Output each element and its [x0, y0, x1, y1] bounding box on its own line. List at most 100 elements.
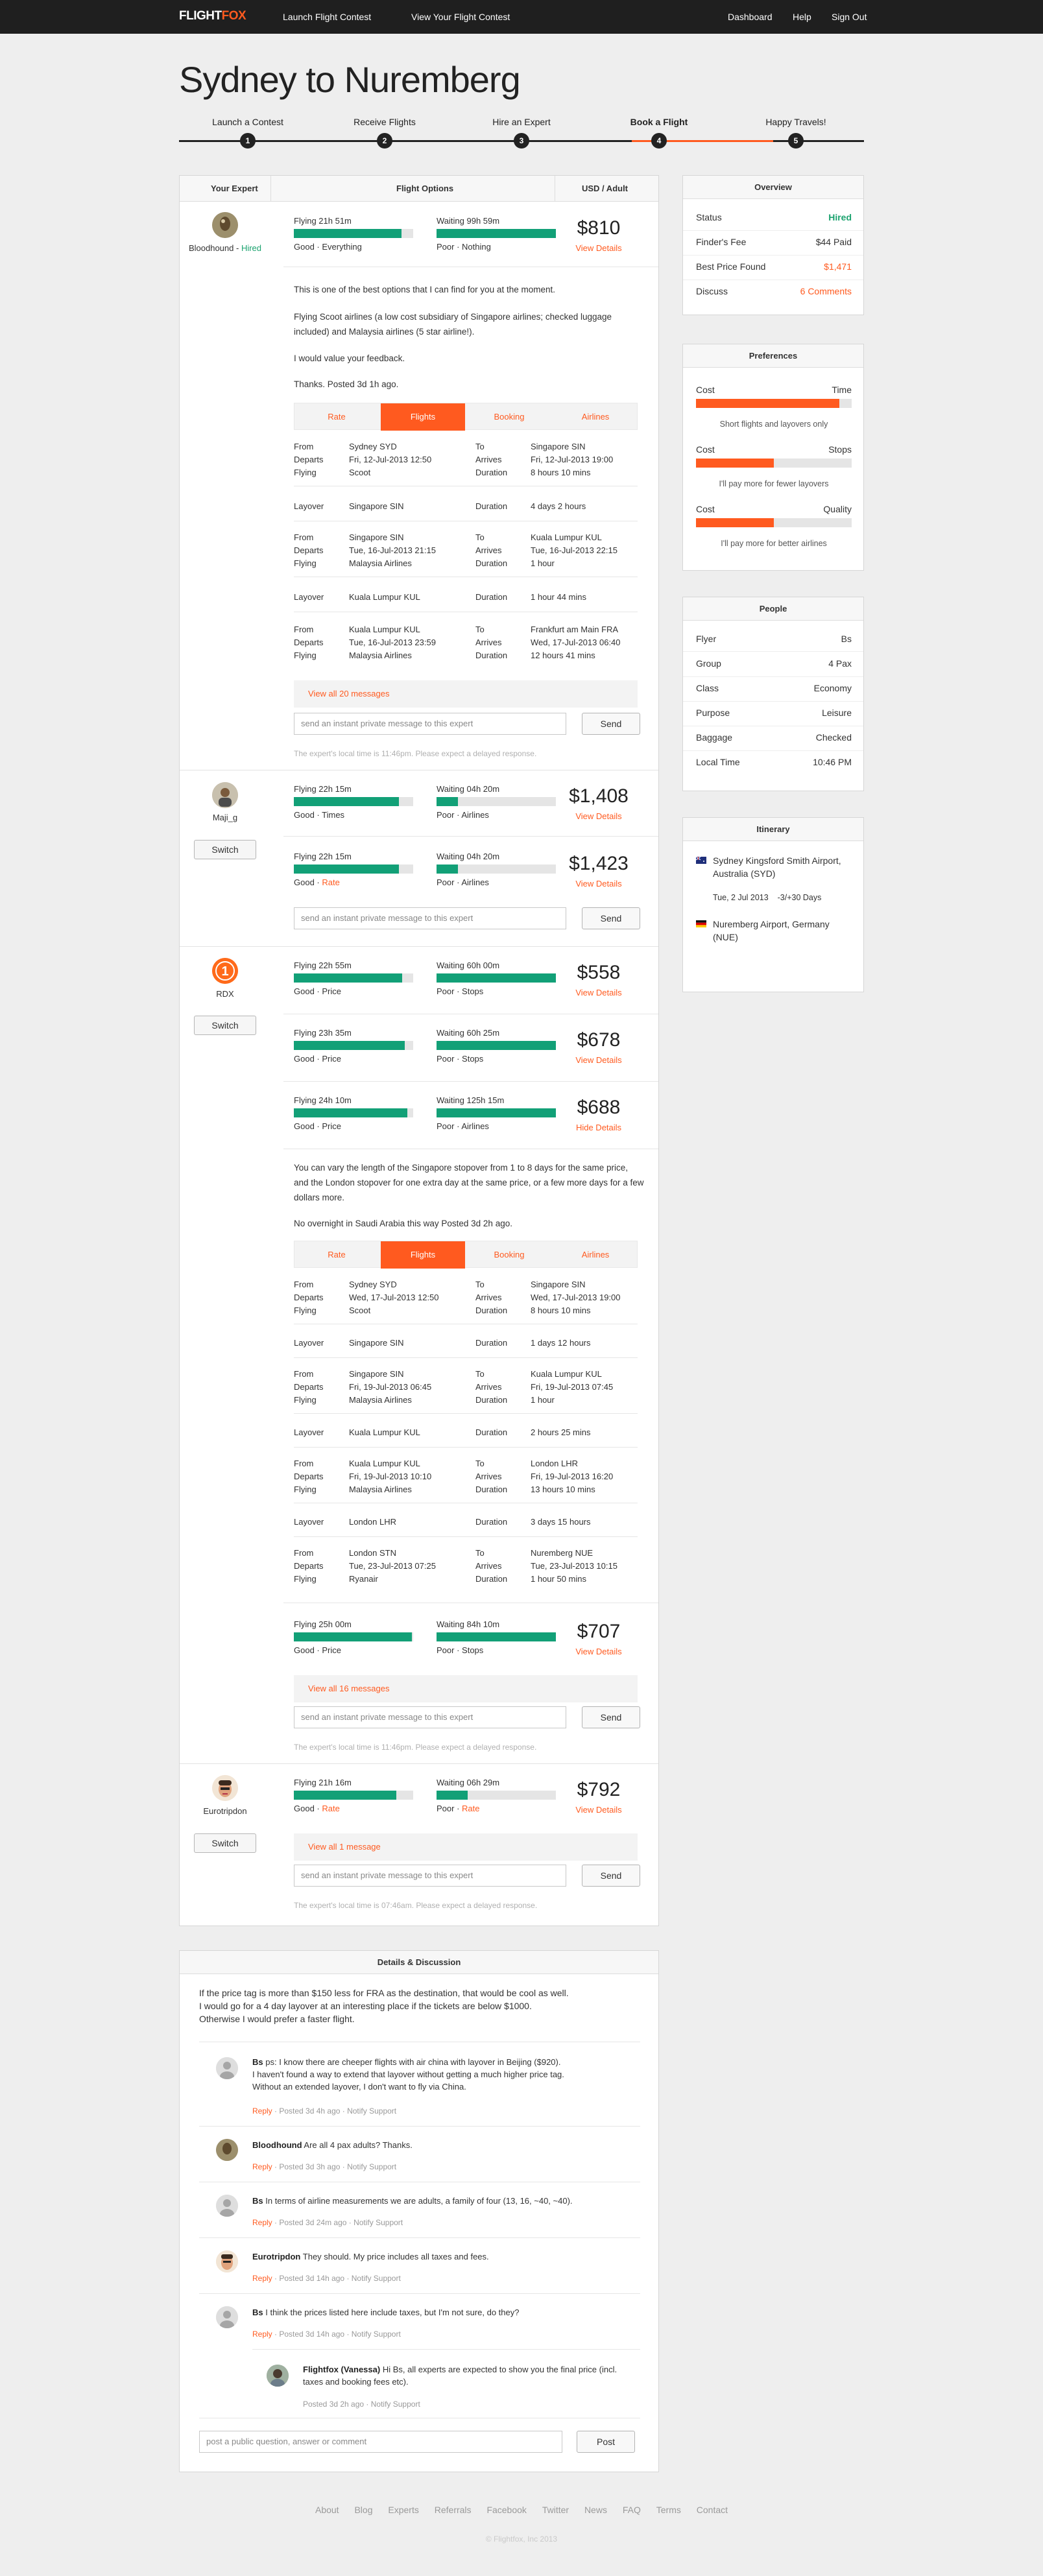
- avatar-bs[interactable]: [216, 2195, 238, 2217]
- step-launch-contest: Launch a Contest 1: [196, 117, 300, 149]
- avatar-bloodhound[interactable]: [212, 212, 238, 238]
- send-button[interactable]: Send: [582, 1706, 640, 1728]
- reply-link[interactable]: Reply: [252, 2330, 272, 2339]
- pref-label-quality: Cost Quality: [696, 504, 852, 514]
- tab-booking[interactable]: Booking: [467, 403, 551, 431]
- people-purpose: Purpose Leisure: [696, 708, 852, 718]
- expert-name-eurotripdon[interactable]: Eurotripdon: [180, 1806, 270, 1816]
- tab-booking[interactable]: Booking: [467, 1241, 551, 1269]
- tab-rate[interactable]: Rate: [294, 403, 379, 431]
- expert-name-maji-g[interactable]: Maji_g: [180, 813, 270, 822]
- flight-option-e1-1: Flying 21h 51m Waiting 99h 59m Good · Ev…: [294, 216, 657, 257]
- footer-blog[interactable]: Blog: [354, 2505, 372, 2515]
- switch-expert-button[interactable]: Switch: [194, 1833, 256, 1853]
- nav-sign-out[interactable]: Sign Out: [832, 12, 867, 22]
- layover-segment: Layover Singapore SIN Duration 4 days 2 hou…: [294, 501, 586, 511]
- flight-option-e4-1: Flying 21h 16m Waiting 06h 29m Good · Ra…: [294, 1778, 657, 1819]
- footer-faq[interactable]: FAQ: [623, 2505, 641, 2515]
- avatar-eurotripdon[interactable]: [212, 1775, 238, 1801]
- flying-bar: [294, 1791, 413, 1800]
- waiting-bar: [437, 1632, 556, 1641]
- avatar-maji-g[interactable]: [212, 782, 238, 808]
- view-all-messages-link[interactable]: View all 20 messages: [294, 680, 638, 708]
- view-all-messages-link[interactable]: View all 16 messages: [294, 1675, 638, 1702]
- tab-flights[interactable]: Flights: [381, 1241, 465, 1269]
- expert-name-bloodhound[interactable]: Bloodhound - Hired: [180, 243, 270, 253]
- private-message-input[interactable]: send an instant private message to this …: [294, 1706, 566, 1728]
- discussion-intro: If the price tag is more than $150 less …: [199, 1988, 569, 2024]
- flying-time: Flying 21h 51m: [294, 216, 352, 226]
- reply-link[interactable]: Reply: [252, 2218, 272, 2227]
- nav-help[interactable]: Help: [793, 12, 811, 22]
- avatar-bloodhound[interactable]: [216, 2139, 238, 2161]
- reply-link[interactable]: Reply: [252, 2106, 272, 2116]
- hide-details-link[interactable]: Hide Details: [553, 1123, 644, 1132]
- nav-launch-contest[interactable]: Launch Flight Contest: [283, 12, 371, 22]
- expert-name-rdx[interactable]: RDX: [180, 989, 270, 999]
- flightfox-logo[interactable]: FLIGHTFOX: [179, 9, 246, 23]
- tab-airlines[interactable]: Airlines: [553, 403, 638, 431]
- avatar-flightfox-vanessa[interactable]: [267, 2365, 289, 2387]
- reply-link[interactable]: Reply: [252, 2274, 272, 2283]
- footer-referrals[interactable]: Referrals: [435, 2505, 472, 2515]
- footer-contact[interactable]: Contact: [697, 2505, 728, 2515]
- discussion-title: Details & Discussion: [180, 1951, 658, 1974]
- send-button[interactable]: Send: [582, 907, 640, 929]
- view-details-link[interactable]: View Details: [553, 1647, 644, 1656]
- view-details-link[interactable]: View Details: [553, 988, 644, 997]
- progress-steps: Launch a Contest 1 Receive Flights 2 Hire …: [179, 117, 864, 149]
- switch-expert-button[interactable]: Switch: [194, 840, 256, 859]
- switch-expert-button[interactable]: Switch: [194, 1016, 256, 1035]
- tab-flights[interactable]: Flights: [381, 403, 465, 431]
- itinerary-origin: Sydney Kingsford Smith Airport, Australi…: [696, 854, 855, 880]
- private-message-input[interactable]: send an instant private message to this …: [294, 713, 566, 735]
- footer-experts[interactable]: Experts: [388, 2505, 418, 2515]
- view-details-link[interactable]: View Details: [553, 879, 644, 888]
- avatar-rdx[interactable]: 1: [212, 958, 238, 984]
- australia-flag-icon: [696, 857, 706, 864]
- footer-terms[interactable]: Terms: [656, 2505, 681, 2515]
- good-quality: Good · Times: [294, 810, 345, 820]
- flight-segment: From Singapore SIN To Kuala Lumpur KUL Depa…: [294, 1369, 614, 1405]
- good-quality: Good · Price: [294, 1645, 341, 1655]
- view-all-messages-link[interactable]: View all 1 message: [294, 1833, 638, 1861]
- comments-link[interactable]: 6 Comments: [800, 286, 852, 296]
- avatar-bs[interactable]: [216, 2057, 238, 2079]
- nav-dashboard[interactable]: Dashboard: [728, 12, 773, 22]
- flying-bar: [294, 865, 413, 874]
- private-message-input[interactable]: send an instant private message to this …: [294, 907, 566, 929]
- overview-status: Status Hired: [696, 212, 852, 222]
- private-message-input[interactable]: send an instant private message to this …: [294, 1865, 566, 1887]
- view-details-link[interactable]: View Details: [553, 1055, 644, 1065]
- avatar-bs[interactable]: [216, 2306, 238, 2328]
- comment-meta: Posted 3d 2h ago · Notify Support: [303, 2400, 420, 2409]
- tab-rate[interactable]: Rate: [294, 1241, 379, 1269]
- public-comment-input[interactable]: post a public question, answer or commen…: [199, 2431, 562, 2453]
- view-details-link[interactable]: View Details: [553, 243, 644, 253]
- pref-label-time: Cost Time: [696, 385, 852, 395]
- flying-bar: [294, 797, 413, 806]
- send-button[interactable]: Send: [582, 1865, 640, 1887]
- waiting-bar: [437, 973, 556, 983]
- waiting-time: Waiting 04h 20m: [437, 784, 500, 794]
- nav-view-contest[interactable]: View Your Flight Contest: [411, 12, 510, 22]
- footer-news[interactable]: News: [584, 2505, 607, 2515]
- view-details-link[interactable]: View Details: [553, 811, 644, 821]
- comment-meta: Reply · Posted 3d 24m ago · Notify Suppo…: [252, 2218, 403, 2227]
- view-details-link[interactable]: View Details: [553, 1805, 644, 1815]
- footer-about[interactable]: About: [315, 2505, 339, 2515]
- option-tabs: Rate Flights Booking Airlines: [294, 1241, 638, 1269]
- tab-airlines[interactable]: Airlines: [553, 1241, 638, 1269]
- footer-facebook[interactable]: Facebook: [486, 2505, 526, 2515]
- good-quality: Good · Price: [294, 986, 341, 996]
- avatar-eurotripdon[interactable]: [216, 2250, 238, 2272]
- flying-bar: [294, 1632, 413, 1641]
- footer-twitter[interactable]: Twitter: [542, 2505, 569, 2515]
- best-price-link[interactable]: $1,471: [824, 261, 852, 272]
- send-button[interactable]: Send: [582, 713, 640, 735]
- overview-discuss: Discuss 6 Comments: [696, 286, 852, 296]
- post-button[interactable]: Post: [577, 2431, 635, 2453]
- reply-link[interactable]: Reply: [252, 2162, 272, 2171]
- poor-quality: Poor · Rate: [437, 1804, 480, 1813]
- waiting-time: Waiting 125h 15m: [437, 1095, 505, 1105]
